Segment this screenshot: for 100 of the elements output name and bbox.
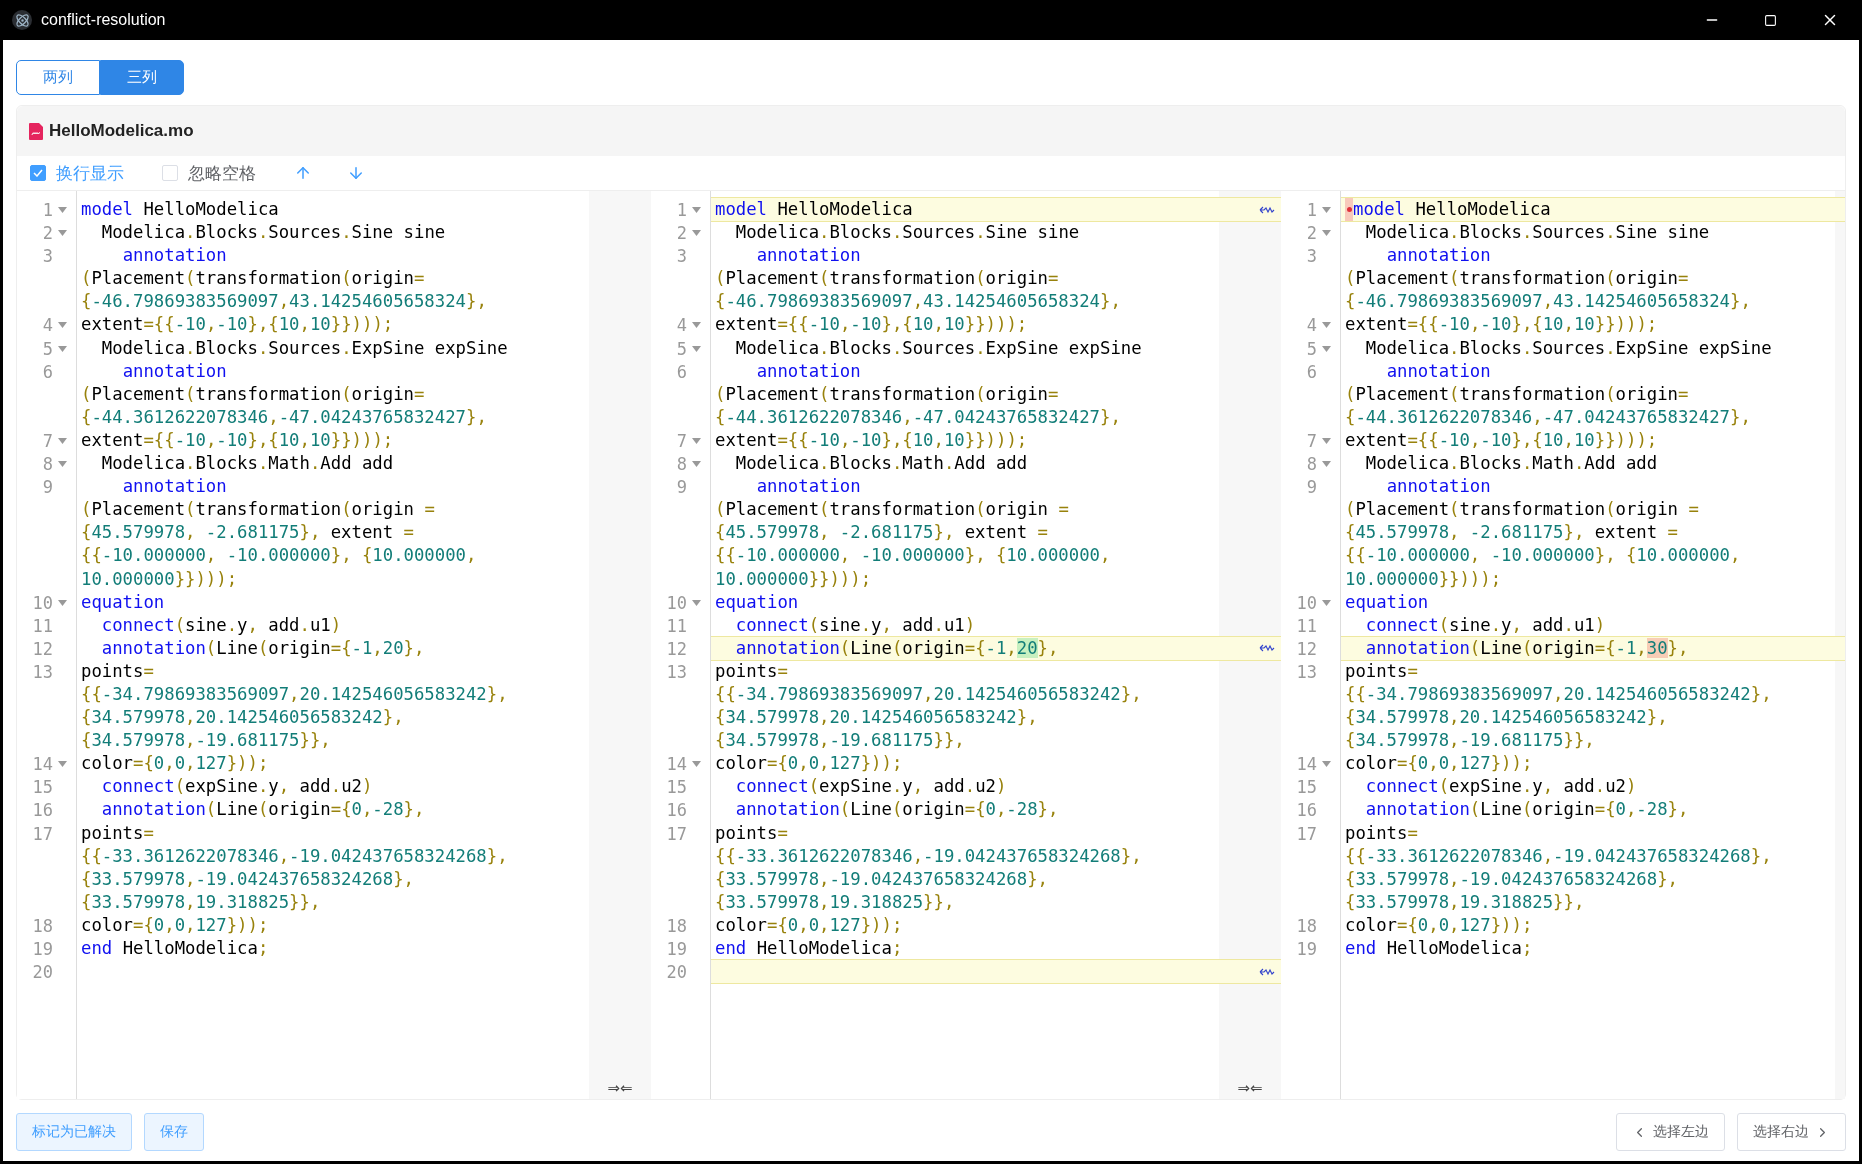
code-line: color={0,0,127}));	[1345, 752, 1534, 776]
code-line: points= {{-33.3612622078346,-19.042437658324268}, {33.579978,-19.042437658324268}, {33.579978,19.318825}},	[1345, 821, 1773, 914]
view-tab[interactable]: 两列	[16, 60, 100, 95]
code-line: extent={{-10,-10},{10,10}})));	[715, 313, 1029, 337]
line-number: 14	[665, 753, 687, 776]
code-line: Modelica.Blocks.Math.Add add	[1364, 452, 1659, 476]
checkmark-icon	[33, 169, 43, 177]
code-line: points= {{-34.79869383569097,20.142546056583242}, {34.579978,20.142546056583242}, {34.579978,-19.681175}},	[81, 659, 509, 753]
fold-icon[interactable]	[1321, 207, 1331, 213]
code-line: points= {{-34.79869383569097,20.142546056583242}, {34.579978,20.142546056583242}, {34.579978,-19.681175}},	[715, 659, 1143, 753]
fold-icon[interactable]	[691, 230, 701, 237]
fold-icon[interactable]	[691, 437, 701, 444]
fold-icon[interactable]	[1321, 599, 1331, 606]
fold-icon[interactable]	[691, 599, 701, 606]
line-number: 12	[665, 637, 687, 660]
revert-icon[interactable]	[1259, 967, 1275, 976]
fold-icon[interactable]	[1321, 345, 1331, 352]
line-number: 17	[1295, 822, 1317, 845]
line-number: 18	[1295, 914, 1317, 937]
code-line: annotation(Line(origin={0,-28},	[734, 798, 1060, 822]
fold-icon[interactable]	[1321, 437, 1331, 444]
line-number: 11	[1295, 614, 1317, 637]
fold-icon[interactable]	[57, 599, 67, 606]
choose-button[interactable]: 选择左边	[1616, 1113, 1725, 1151]
fold-icon[interactable]	[57, 437, 67, 444]
line-number: 16	[1295, 799, 1317, 822]
line-number: 4	[675, 314, 687, 337]
code-line: extent={{-10,-10},{10,10}})));	[81, 313, 395, 337]
align-button[interactable]: ⇒⇐	[589, 1079, 651, 1099]
fold-icon[interactable]	[1321, 761, 1331, 768]
code-line: end HelloModelica;	[1345, 937, 1534, 960]
fold-icon[interactable]	[1321, 230, 1331, 237]
checkbox[interactable]	[30, 165, 46, 181]
align-button[interactable]: ⇒⇐	[1219, 1079, 1281, 1099]
fold-icon[interactable]	[57, 461, 67, 468]
line-number: 3	[675, 245, 687, 268]
line-number: 20	[665, 961, 687, 984]
code-line: color={0,0,127}));	[81, 752, 270, 776]
code-line: annotation(Line(origin={0,-28},	[100, 798, 426, 822]
line-number: 5	[41, 337, 53, 360]
line-number: 15	[1295, 776, 1317, 799]
code-line: annotation (Placement(transformation(origin = {45.579978, -2.681175}, extent = {{-10.000000, -10.000000}, {10.000000, 10.000000}})));	[1345, 475, 1742, 591]
code-line: annotation (Placement(transformation(origin= {-46.79869383569097,43.14254605658324},	[1345, 244, 1752, 314]
code-line: Modelica.Blocks.Sources.Sine sine	[1364, 221, 1711, 245]
view-tab[interactable]: 三列	[100, 60, 184, 95]
code-line: end HelloModelica;	[715, 937, 904, 960]
code-line: color={0,0,127}));	[81, 913, 270, 937]
code-line: model HelloModelica	[715, 198, 914, 221]
fold-icon[interactable]	[1321, 461, 1331, 468]
code-line: annotation(Line(origin={-1,20},	[734, 636, 1060, 660]
code-line: Modelica.Blocks.Sources.ExpSine expSine	[1364, 336, 1773, 360]
fold-icon[interactable]	[57, 761, 67, 768]
fold-icon[interactable]	[691, 207, 701, 213]
line-number: 2	[41, 222, 53, 245]
code-line: color={0,0,127}));	[715, 913, 904, 937]
file-icon	[29, 122, 43, 140]
code-line: extent={{-10,-10},{10,10}})));	[81, 428, 395, 452]
line-number: 3	[41, 245, 53, 268]
fold-icon[interactable]	[57, 207, 67, 213]
revert-icon[interactable]	[1259, 205, 1275, 214]
line-number: 17	[665, 822, 687, 845]
file-name: HelloModelica.mo	[49, 121, 194, 141]
code-line: connect(expSine.y, add.u2)	[1364, 775, 1638, 799]
line-number: 13	[1295, 660, 1317, 683]
down-arrow-icon[interactable]	[347, 164, 365, 182]
line-number: 2	[675, 222, 687, 245]
code-line: Modelica.Blocks.Sources.ExpSine expSine	[100, 336, 509, 360]
choose-button[interactable]: 选择右边	[1737, 1113, 1846, 1151]
fold-icon[interactable]	[57, 345, 67, 352]
code-line: extent={{-10,-10},{10,10}})));	[1345, 428, 1659, 452]
line-number: 20	[31, 961, 53, 984]
fold-icon[interactable]	[691, 345, 701, 352]
code-line: Modelica.Blocks.Math.Add add	[100, 452, 395, 476]
checkbox-label[interactable]: 忽略空格	[188, 161, 256, 185]
line-number: 4	[1305, 314, 1317, 337]
fold-icon[interactable]	[691, 761, 701, 768]
fold-icon[interactable]	[57, 230, 67, 237]
code-line: end HelloModelica;	[81, 937, 270, 960]
code-line: color={0,0,127}));	[1345, 913, 1534, 937]
line-number: 5	[675, 337, 687, 360]
code-line: connect(expSine.y, add.u2)	[734, 775, 1008, 799]
line-number: 8	[675, 453, 687, 476]
fold-icon[interactable]	[57, 322, 67, 329]
line-number: 17	[31, 822, 53, 845]
line-number: 12	[1295, 637, 1317, 660]
code-line: extent={{-10,-10},{10,10}})));	[715, 428, 1029, 452]
fold-icon[interactable]	[691, 461, 701, 468]
fold-icon[interactable]	[1321, 322, 1331, 329]
app-icon	[12, 10, 32, 30]
window-title: conflict-resolution	[41, 11, 167, 29]
line-number: 18	[665, 914, 687, 937]
fold-icon[interactable]	[691, 322, 701, 329]
code-line: equation	[715, 590, 800, 614]
code-line: annotation (Placement(transformation(origin= {-46.79869383569097,43.14254605658324},	[81, 244, 488, 314]
code-line: points= {{-33.3612622078346,-19.042437658324268}, {33.579978,-19.042437658324268}, {33.579978,19.318825}},	[81, 821, 509, 914]
code-line: equation	[81, 590, 166, 614]
line-number: 2	[1305, 222, 1317, 245]
code-line: extent={{-10,-10},{10,10}})));	[1345, 313, 1659, 337]
line-number: 1	[1305, 199, 1317, 221]
revert-icon[interactable]	[1259, 644, 1275, 653]
